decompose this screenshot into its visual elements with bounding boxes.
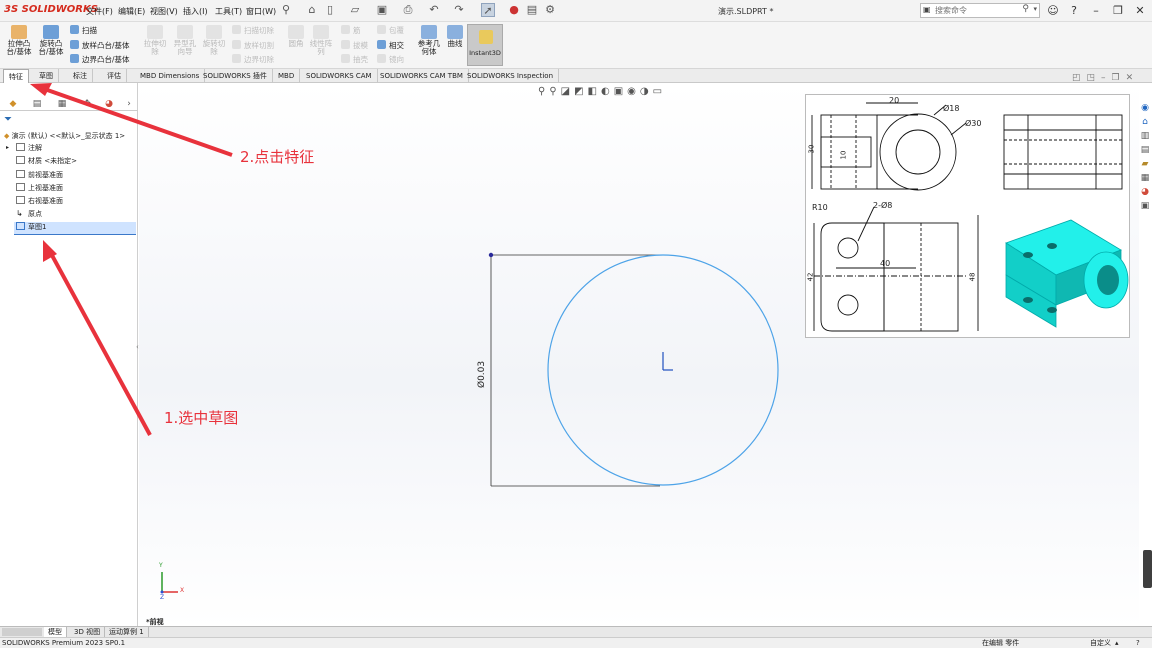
dim-42: 42 bbox=[806, 272, 815, 282]
part-hole bbox=[1023, 297, 1033, 303]
help-status-icon[interactable]: ? bbox=[1136, 638, 1140, 648]
side-view-outline bbox=[1003, 114, 1123, 190]
dim-48: 48 bbox=[968, 272, 977, 282]
custom-properties-icon[interactable]: ▣ bbox=[1139, 200, 1151, 212]
appearances-icon[interactable]: ▦ bbox=[1139, 172, 1151, 184]
design-library-icon[interactable]: ⌂ bbox=[1139, 116, 1151, 128]
dim-d30: Ø30 bbox=[965, 119, 982, 128]
top-view-hole-2 bbox=[837, 294, 859, 316]
leader-line bbox=[857, 206, 875, 242]
part-hole bbox=[1047, 307, 1057, 313]
task-pane-tabs: ◉ ⌂ ▥ ▤ ▰ ▦ ◕ ▣ bbox=[1138, 98, 1152, 211]
reference-drawing-image: 20 Ø18 Ø30 30 10 R10 2-Ø8 40 42 48 bbox=[805, 94, 1130, 338]
dim-20: 20 bbox=[889, 96, 900, 105]
triad-x-label: X bbox=[180, 587, 185, 594]
dim-30: 30 bbox=[807, 144, 816, 154]
part-hole bbox=[1047, 243, 1057, 249]
front-view-inner-circle bbox=[895, 129, 941, 175]
view-palette-icon[interactable]: ▤ bbox=[1139, 144, 1151, 156]
annotation-arrow-2 bbox=[35, 84, 233, 157]
triad-y-label: Y bbox=[159, 562, 163, 569]
sketch-point[interactable] bbox=[488, 252, 494, 258]
tab-motion-study[interactable]: 运动算例 1 bbox=[105, 627, 149, 637]
bottom-tabs: 模型 3D 视图 运动算例 1 bbox=[0, 626, 1152, 637]
front-view-base bbox=[820, 114, 878, 190]
annotation-arrow-1 bbox=[46, 247, 152, 436]
chevron-up-icon[interactable]: ▴ bbox=[1115, 638, 1119, 648]
dim-40: 40 bbox=[880, 259, 891, 268]
color-wheel-icon[interactable]: ◕ bbox=[1139, 186, 1151, 198]
reference-drawing-svg bbox=[811, 102, 1129, 332]
tab-model[interactable]: 模型 bbox=[44, 627, 67, 637]
dim-2d8: 2-Ø8 bbox=[873, 201, 893, 210]
folder-icon[interactable]: ▰ bbox=[1139, 158, 1151, 170]
editing-status: 在编辑 零件 bbox=[982, 639, 1020, 647]
annotation-step-1: 1.选中草图 bbox=[164, 409, 239, 427]
product-version: SOLIDWORKS Premium 2023 SP0.1 bbox=[2, 639, 126, 647]
leader-line bbox=[950, 122, 967, 136]
scrollbar[interactable] bbox=[2, 628, 42, 636]
part-hole bbox=[1023, 252, 1033, 258]
annotation-step-2: 2.点击特征 bbox=[240, 148, 315, 166]
solidworks-resources-icon[interactable]: ◉ bbox=[1139, 102, 1151, 114]
dim-r10: R10 bbox=[812, 203, 828, 212]
front-view-outer-circle bbox=[879, 113, 957, 191]
triad-z-label: Z bbox=[160, 594, 165, 601]
isometric-part bbox=[1005, 219, 1129, 328]
tab-3d-views[interactable]: 3D 视图 bbox=[70, 627, 106, 637]
dim-10: 10 bbox=[839, 150, 848, 160]
side-handle[interactable] bbox=[1143, 550, 1152, 588]
top-view-hole-1 bbox=[837, 237, 859, 259]
units-status[interactable]: 自定义 bbox=[1090, 638, 1111, 648]
part-bore bbox=[1097, 265, 1119, 295]
file-explorer-icon[interactable]: ▥ bbox=[1139, 130, 1151, 142]
diameter-dimension-label[interactable]: Ø0.03 bbox=[477, 361, 487, 388]
dim-d18: Ø18 bbox=[943, 104, 960, 113]
status-bar: SOLIDWORKS Premium 2023 SP0.1 在编辑 零件 自定义… bbox=[0, 637, 1152, 648]
